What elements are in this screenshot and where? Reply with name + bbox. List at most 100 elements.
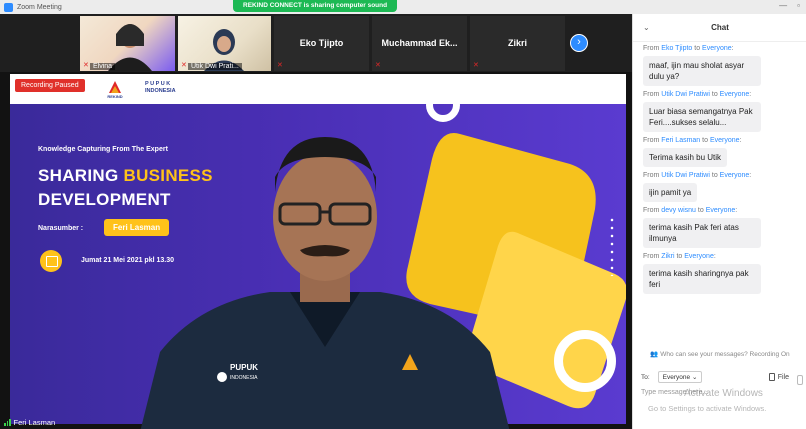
decorative-ring: [426, 88, 460, 122]
chat-message: From Utik Dwi Pratiwi to Everyone: Luar …: [643, 90, 806, 132]
participant-tile[interactable]: Muchammad Ek... ✕: [372, 16, 467, 71]
recipient-row: To: Everyone ⌄ File: [641, 370, 805, 384]
participant-tile[interactable]: ✕ Utik Dwi Prati...: [178, 16, 271, 71]
decorative-dots: [610, 216, 614, 276]
from-word: From: [643, 253, 660, 260]
message-meta: From devy wisnu to Everyone:: [643, 207, 738, 214]
next-page-button[interactable]: ›: [570, 34, 588, 52]
shirt-logo-line1: PUPUK: [230, 363, 258, 372]
chat-panel: ⌄ Chat From Eko Tjipto to Everyone: maaf…: [632, 14, 806, 429]
from-word: From: [643, 137, 660, 144]
participant-name: Muchammad Ek...: [381, 38, 458, 48]
from-word: From: [643, 207, 660, 214]
window-controls: — ▫: [779, 1, 800, 10]
mic-muted-icon: ✕: [181, 62, 187, 69]
rekind-logo-icon: REKIND: [107, 81, 123, 99]
presenter-label: Feri Lasman: [4, 418, 55, 427]
to-label: To:: [641, 373, 650, 381]
recipient-name[interactable]: Everyone: [684, 253, 714, 260]
mic-muted-icon: ✕: [277, 62, 283, 69]
zoom-window: Zoom Meeting REKIND CONNECT is sharing c…: [0, 0, 806, 429]
recipient-name[interactable]: Everyone: [720, 91, 750, 98]
chat-header: ⌄ Chat: [633, 14, 806, 42]
message-text: Luar biasa semangatnya Pak Feri....sukse…: [643, 102, 761, 132]
chat-message: From Zikri to Everyone: terima kasih sha…: [643, 252, 806, 294]
message-text: Terima kasih bu Utik: [643, 148, 728, 167]
message-meta: From Utik Dwi Pratiwi to Everyone:: [643, 91, 752, 98]
participant-name: Utik Dwi Prati...: [188, 63, 242, 70]
participant-strip: ✕ Elvina ✕ Utik Dwi Prati... Eko Tjipto …: [0, 14, 632, 72]
pupuk-indonesia-logo: P U P U K INDONESIA: [145, 81, 176, 95]
restore-button[interactable]: ▫: [797, 1, 800, 10]
to-word: to: [694, 45, 701, 52]
mic-muted-icon: ✕: [83, 62, 89, 69]
pupuk-logo-line1: P U P U K: [145, 81, 171, 87]
file-label: File: [777, 373, 789, 381]
recipient-name[interactable]: Everyone: [702, 45, 732, 52]
people-icon: 👥: [650, 351, 659, 358]
shirt-logo-line2: INDONESIA: [230, 375, 258, 381]
sender-name[interactable]: Feri Lasman: [661, 137, 700, 144]
message-meta: From Zikri to Everyone:: [643, 253, 716, 260]
chat-message: From devy wisnu to Everyone: terima kasi…: [643, 206, 806, 248]
to-word: to: [711, 91, 718, 98]
slide-title-a: SHARING: [38, 166, 124, 185]
activate-windows-subtext: Go to Settings to activate Windows.: [648, 404, 767, 413]
sharing-sound-banner[interactable]: REKIND CONNECT is sharing computer sound: [233, 0, 398, 12]
speaker-label: Narasumber :: [38, 225, 84, 232]
presenter-video: PUPUK INDONESIA: [140, 137, 510, 429]
chat-title: Chat: [711, 23, 729, 32]
recipient-name[interactable]: Everyone: [710, 137, 740, 144]
chevron-down-icon: ⌄: [691, 374, 698, 381]
minimize-button[interactable]: —: [779, 1, 787, 10]
sender-name[interactable]: Eko Tjipto: [661, 45, 692, 52]
sender-name[interactable]: Zikri: [661, 253, 674, 260]
mic-muted-icon: ✕: [375, 62, 381, 69]
presenter-name: Feri Lasman: [13, 418, 56, 427]
zoom-logo-icon: [4, 2, 13, 12]
message-text: terima kasih Pak feri atas ilmunya: [643, 218, 761, 248]
activate-windows-watermark: Activate Windows: [684, 388, 763, 399]
slide-header: Recording Paused REKIND P U P U K INDONE…: [10, 74, 626, 104]
to-word: to: [697, 207, 704, 214]
title-bar: Zoom Meeting REKIND CONNECT is sharing c…: [0, 0, 806, 14]
message-meta: From Utik Dwi Pratiwi to Everyone:: [643, 172, 752, 179]
message-meta: From Feri Lasman to Everyone:: [643, 137, 742, 144]
recipient-name[interactable]: Everyone: [720, 172, 750, 179]
more-options-icon[interactable]: [797, 375, 803, 385]
mic-muted-icon: ✕: [473, 62, 479, 69]
pupuk-logo-line2: INDONESIA: [145, 88, 176, 94]
decorative-ring: [554, 330, 616, 392]
window-title: Zoom Meeting: [17, 3, 62, 11]
recipient-name[interactable]: Everyone: [706, 207, 736, 214]
active-speaker-view: Recording Paused REKIND P U P U K INDONE…: [0, 72, 632, 429]
message-meta: From Eko Tjipto to Everyone:: [643, 45, 734, 52]
chat-message: From Feri Lasman to Everyone: Terima kas…: [643, 136, 806, 167]
participant-tile[interactable]: Zikri ✕: [470, 16, 565, 71]
sender-name[interactable]: Utik Dwi Pratiwi: [661, 172, 710, 179]
from-word: From: [643, 172, 660, 179]
participant-name: Zikri: [507, 38, 527, 48]
from-word: From: [643, 91, 660, 98]
to-word: to: [676, 253, 683, 260]
chat-message: From Eko Tjipto to Everyone: maaf, ijin …: [643, 44, 806, 86]
recipient-select[interactable]: Everyone ⌄: [657, 371, 703, 383]
file-icon: [768, 373, 775, 381]
chat-messages[interactable]: From Eko Tjipto to Everyone: maaf, ijin …: [633, 44, 806, 349]
participant-tile[interactable]: Eko Tjipto ✕: [274, 16, 369, 71]
message-text: terima kasih sharingnya pak feri: [643, 264, 761, 294]
message-text: maaf, ijin mau sholat asyar dulu ya?: [643, 56, 761, 86]
to-word: to: [702, 137, 708, 144]
file-button[interactable]: File: [768, 373, 789, 381]
recording-status-badge[interactable]: Recording Paused: [15, 79, 85, 92]
recipient-value: Everyone: [662, 374, 691, 381]
connection-signal-icon: [4, 419, 11, 426]
participant-tile[interactable]: ✕ Elvina: [80, 16, 175, 71]
message-text: ijin pamit ya: [643, 183, 698, 202]
chat-message: From Utik Dwi Pratiwi to Everyone: ijin …: [643, 171, 806, 202]
sender-name[interactable]: Utik Dwi Pratiwi: [661, 91, 710, 98]
sender-name[interactable]: devy wisnu: [661, 207, 696, 214]
from-word: From: [643, 45, 660, 52]
calendar-icon: [40, 250, 62, 272]
privacy-notice[interactable]: 👥 Who can see your messages? Recording O…: [633, 350, 806, 358]
